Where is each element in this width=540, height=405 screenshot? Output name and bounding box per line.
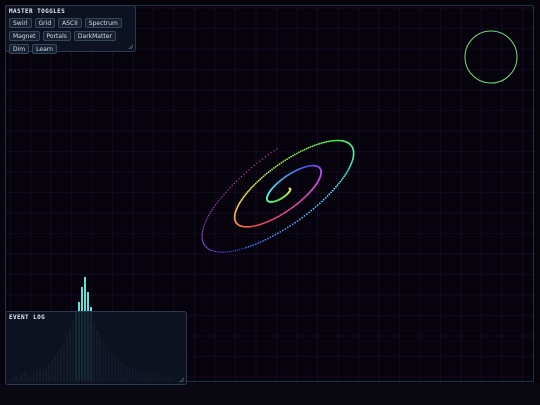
master-toggles-title: MASTER TOGGLES [9, 8, 66, 15]
toggle-dim-button[interactable]: Dim [9, 44, 30, 54]
master-toggles-panel: MASTER TOGGLES Swirl Grid ASCII Spectrum Mag… [5, 5, 136, 54]
resize-grip-icon[interactable] [179, 377, 184, 382]
resize-grip-icon[interactable] [128, 44, 133, 49]
toggle-swirl-button[interactable]: Swirl [9, 18, 32, 28]
toggle-magnet-button[interactable]: Magnet [9, 31, 40, 41]
toggle-portals-button[interactable]: Portals [42, 31, 71, 41]
toggle-spectrum-button[interactable]: Spectrum [84, 18, 122, 28]
toggle-learn-button[interactable]: Learn [32, 44, 57, 54]
toggle-ascii-button[interactable]: ASCII [58, 18, 82, 28]
toggle-button-list: Swirl Grid ASCII Spectrum Magnet Portals DarkM… [9, 18, 132, 54]
toggle-darkmatter-button[interactable]: DarkMatter [73, 31, 116, 41]
event-log-panel: EVENT LOG [5, 311, 187, 385]
bottom-strip [0, 383, 540, 405]
toggle-grid-button[interactable]: Grid [34, 18, 56, 28]
event-log-title: EVENT LOG [9, 314, 46, 321]
